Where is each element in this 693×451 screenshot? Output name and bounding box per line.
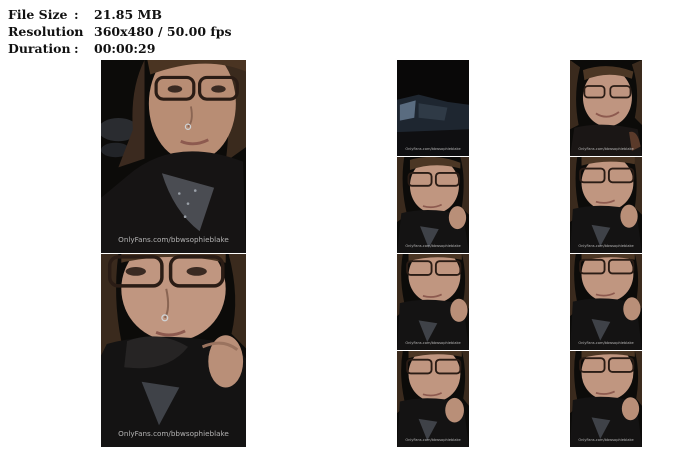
watermark-text: OnlyFans.com/bbwsophieblake — [578, 438, 634, 442]
video-frame-col2-1: OnlyFans.com/bbwsophieblake — [397, 60, 469, 156]
resolution-row: Resolution : 360x480 / 50.00 fps — [8, 23, 232, 40]
watermark-text: OnlyFans.com/bbwsophieblake — [405, 244, 461, 248]
frame-image-face-glasses — [101, 60, 246, 253]
frame-image-face-hand — [397, 157, 469, 253]
resolution-label: Resolution — [8, 24, 84, 39]
watermark-text: OnlyFans.com/bbwsophieblake — [405, 341, 461, 345]
file-size-row: File Size : 21.85 MB — [8, 6, 232, 23]
separator: : — [74, 24, 79, 39]
separator: : — [74, 41, 79, 56]
frame-image-face-hand — [570, 351, 642, 447]
frame-image-face-hand — [570, 254, 642, 350]
watermark-text: OnlyFans.com/bbwsophieblake — [578, 147, 634, 151]
video-frame-col3-3: OnlyFans.com/bbwsophieblake — [570, 254, 642, 350]
duration-row: Duration : 00:00:29 — [8, 40, 232, 57]
watermark-text: OnlyFans.com/bbwsophieblake — [118, 235, 229, 244]
file-size-value: 21.85 MB — [94, 7, 162, 22]
file-info-panel: File Size : 21.85 MB Resolution : 360x48… — [8, 6, 232, 57]
video-frame-col3-2: OnlyFans.com/bbwsophieblake — [570, 157, 642, 253]
watermark-text: OnlyFans.com/bbwsophieblake — [405, 147, 461, 151]
duration-value: 00:00:29 — [94, 41, 156, 56]
file-size-label: File Size — [8, 7, 68, 22]
frame-image-face-hand — [397, 351, 469, 447]
frame-image-face-hand — [397, 254, 469, 350]
watermark-text: OnlyFans.com/bbwsophieblake — [118, 429, 229, 438]
video-frame-col2-3: OnlyFans.com/bbwsophieblake — [397, 254, 469, 350]
video-frame-large-2: OnlyFans.com/bbwsophieblake — [101, 254, 246, 447]
frame-image-car-interior — [397, 60, 469, 156]
video-frame-large-1: OnlyFans.com/bbwsophieblake — [101, 60, 246, 253]
duration-label: Duration — [8, 41, 71, 56]
video-frame-col3-4: OnlyFans.com/bbwsophieblake — [570, 351, 642, 447]
watermark-text: OnlyFans.com/bbwsophieblake — [578, 341, 634, 345]
watermark-text: OnlyFans.com/bbwsophieblake — [578, 244, 634, 248]
watermark-text: OnlyFans.com/bbwsophieblake — [405, 438, 461, 442]
frame-image-face-smile — [570, 60, 642, 156]
separator: : — [74, 7, 79, 22]
resolution-value: 360x480 / 50.00 fps — [94, 24, 232, 39]
video-frame-col2-2: OnlyFans.com/bbwsophieblake — [397, 157, 469, 253]
video-frame-col2-4: OnlyFans.com/bbwsophieblake — [397, 351, 469, 447]
frame-image-face-hand — [101, 254, 246, 447]
video-frame-col3-1: OnlyFans.com/bbwsophieblake — [570, 60, 642, 156]
frame-image-face-hand — [570, 157, 642, 253]
